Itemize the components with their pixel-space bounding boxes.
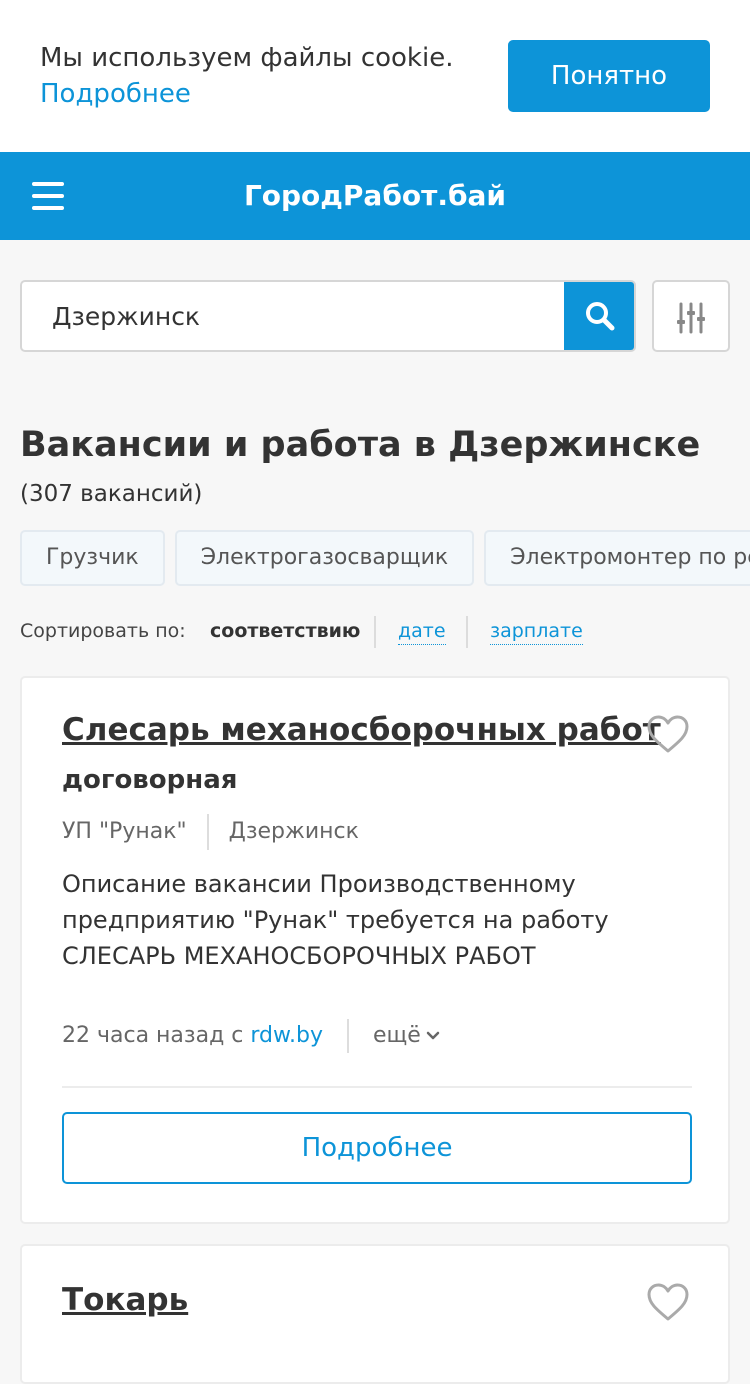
site-header: ГородРабот.бай xyxy=(0,152,750,240)
site-logo[interactable]: ГородРабот.бай xyxy=(0,178,750,214)
job-more-label: ещё xyxy=(372,1023,421,1048)
cookie-accept-button[interactable]: Понятно xyxy=(508,40,710,112)
job-source-link[interactable]: rdw.by xyxy=(250,1023,323,1048)
job-title-link[interactable]: Токарь xyxy=(62,1280,188,1320)
job-title-link[interactable]: Слесарь механосборочных работ xyxy=(62,710,661,750)
search-icon xyxy=(586,302,615,331)
search-button[interactable] xyxy=(564,282,634,350)
sort-option-salary[interactable]: зарплате xyxy=(490,618,583,645)
job-footer: 22 часа назад с rdw.by ещё xyxy=(62,1016,441,1056)
tag-item[interactable]: Электромонтер по ремонту xyxy=(484,530,750,586)
tag-item[interactable]: Грузчик xyxy=(20,530,165,586)
job-card: Токарь xyxy=(20,1244,730,1384)
job-posted: 22 часа назад с xyxy=(62,1023,244,1048)
job-more-toggle[interactable]: ещё xyxy=(373,1023,441,1048)
cookie-more-link[interactable]: Подробнее xyxy=(40,76,453,112)
heart-icon[interactable] xyxy=(646,1282,690,1322)
chevron-down-icon xyxy=(426,1031,440,1040)
tag-item[interactable]: Электрогазосварщик xyxy=(174,530,475,586)
cookie-banner: Мы используем файлы cookie. Подробнее По… xyxy=(0,0,750,152)
job-card: Слесарь механосборочных работ договорная… xyxy=(20,676,730,1224)
heart-icon[interactable] xyxy=(646,714,690,754)
page-title: Вакансии и работа в Дзержинске xyxy=(20,425,701,465)
sort-divider xyxy=(466,616,468,648)
search-bar xyxy=(20,280,636,352)
sort-bar: Сортировать по: соответствию дате зарпла… xyxy=(20,614,583,648)
sort-divider xyxy=(374,616,376,648)
sort-option-date[interactable]: дате xyxy=(398,618,446,645)
filter-sliders-icon xyxy=(677,302,705,334)
cookie-text: Мы используем файлы cookie. xyxy=(40,43,454,73)
sort-label: Сортировать по: xyxy=(20,620,186,642)
job-details-button[interactable]: Подробнее xyxy=(62,1112,692,1184)
filter-button[interactable] xyxy=(652,280,730,352)
job-city: Дзержинск xyxy=(228,819,359,844)
job-salary: договорная xyxy=(62,765,238,795)
card-divider xyxy=(62,1086,692,1088)
search-input[interactable] xyxy=(22,282,566,350)
job-company: УП "Рунак" xyxy=(62,819,187,844)
vacancy-count: (307 вакансий) xyxy=(20,481,203,507)
tag-list: Грузчик Электрогазосварщик Электромонтер п… xyxy=(20,530,750,586)
cookie-message: Мы используем файлы cookie. Подробнее xyxy=(40,40,453,112)
job-description: Описание вакансии Производственному пред… xyxy=(62,870,609,970)
sort-option-relevance[interactable]: соответствию xyxy=(210,614,360,648)
job-meta: УП "Рунак" Дзержинск xyxy=(62,812,359,852)
